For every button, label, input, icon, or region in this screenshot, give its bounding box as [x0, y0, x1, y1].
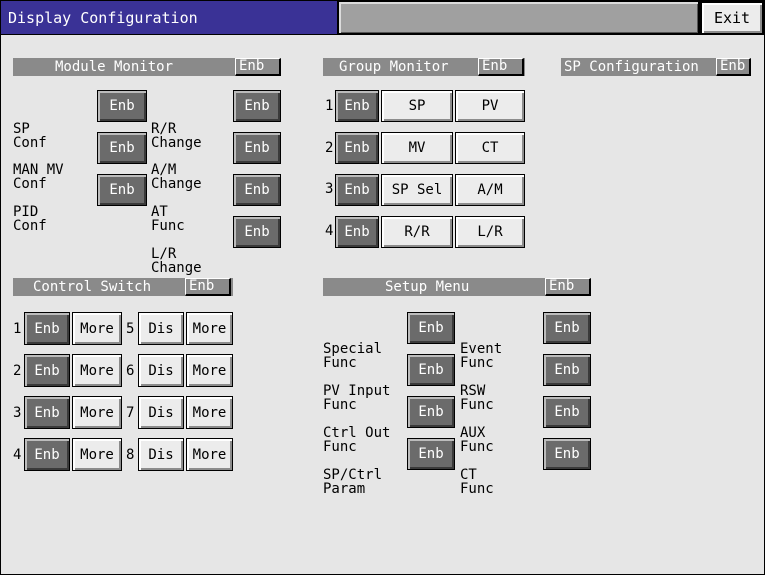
switch-1-more-button[interactable]: More [72, 312, 122, 345]
module-monitor-header: Module Monitor Enb [13, 58, 281, 76]
ctrl-out-func-enable-button[interactable]: Enb [407, 396, 455, 428]
switch-1-enable-button[interactable]: Enb [24, 312, 70, 345]
rsw-func-enable-button[interactable]: Enb [543, 354, 591, 386]
lr-change-enable-button[interactable]: Enb [233, 216, 281, 248]
setup-menu-enable-tag[interactable]: Enb [545, 278, 591, 296]
control-switch-header: Control Switch Enb [13, 278, 233, 296]
switch-3-more-button[interactable]: More [72, 396, 122, 429]
at-func-enable-button[interactable]: Enb [233, 174, 281, 206]
sp-configuration-enable-tag[interactable]: Enb [716, 58, 751, 76]
man-mv-conf-enable-button[interactable]: Enb [97, 132, 147, 164]
title-bar: Display Configuration [1, 1, 338, 35]
switch-7-disable-button[interactable]: Dis [138, 396, 184, 429]
group-row-2-ct-button[interactable]: CT [455, 132, 525, 164]
setup-menu-header: Setup Menu Enb [323, 278, 591, 296]
switch-4-more-button[interactable]: More [72, 438, 122, 471]
switch-2-enable-button[interactable]: Enb [24, 354, 70, 387]
display-configuration-screen: Display Configuration Exit Module Monito… [0, 0, 765, 575]
sp-ctrl-param-label: SP/Ctrl Param [323, 467, 383, 497]
switch-4-enable-button[interactable]: Enb [24, 438, 70, 471]
sp-configuration-title: SP Configuration [564, 59, 699, 75]
switch-8-disable-button[interactable]: Dis [138, 438, 184, 471]
switch-3-enable-button[interactable]: Enb [24, 396, 70, 429]
group-monitor-header: Group Monitor Enb [323, 58, 525, 76]
group-row-4-number: 4 [325, 223, 334, 239]
control-switch-enable-tag[interactable]: Enb [185, 278, 231, 296]
group-row-1-enable-button[interactable]: Enb [335, 90, 379, 122]
switch-6-number: 6 [126, 363, 135, 379]
switch-4-number: 4 [13, 447, 22, 463]
setup-menu-title: Setup Menu [385, 279, 470, 295]
module-monitor-title: Module Monitor [55, 59, 174, 75]
switch-5-number: 5 [126, 321, 135, 337]
group-row-1-pv-button[interactable]: PV [455, 90, 525, 122]
am-change-enable-button[interactable]: Enb [233, 132, 281, 164]
aux-func-enable-button[interactable]: Enb [543, 396, 591, 428]
control-switch-title: Control Switch [33, 279, 152, 295]
switch-7-more-button[interactable]: More [186, 396, 233, 429]
switch-2-more-button[interactable]: More [72, 354, 122, 387]
sp-ctrl-param-enable-button[interactable]: Enb [407, 438, 455, 470]
title-bar-spacer [338, 1, 700, 35]
group-row-1-sp-button[interactable]: SP [381, 90, 453, 122]
group-row-4-rr-button[interactable]: R/R [381, 216, 453, 248]
ct-func-label: CT Func [460, 467, 494, 497]
pid-conf-enable-button[interactable]: Enb [97, 174, 147, 206]
ct-func-enable-button[interactable]: Enb [543, 438, 591, 470]
group-row-4-lr-button[interactable]: L/R [455, 216, 525, 248]
rr-change-enable-button[interactable]: Enb [233, 90, 281, 122]
group-row-3-am-button[interactable]: A/M [455, 174, 525, 206]
module-monitor-enable-tag[interactable]: Enb [235, 58, 281, 76]
group-row-4-enable-button[interactable]: Enb [335, 216, 379, 248]
switch-6-more-button[interactable]: More [186, 354, 233, 387]
pv-input-func-enable-button[interactable]: Enb [407, 354, 455, 386]
group-monitor-enable-tag[interactable]: Enb [478, 58, 524, 76]
switch-1-number: 1 [13, 321, 22, 337]
sp-configuration-header: SP Configuration Enb [561, 58, 751, 76]
group-row-2-enable-button[interactable]: Enb [335, 132, 379, 164]
switch-8-more-button[interactable]: More [186, 438, 233, 471]
group-monitor-title: Group Monitor [339, 59, 449, 75]
group-row-2-number: 2 [325, 140, 334, 156]
group-row-3-number: 3 [325, 181, 334, 197]
pid-conf-label: PID Conf [13, 204, 47, 234]
group-row-3-enable-button[interactable]: Enb [335, 174, 379, 206]
switch-2-number: 2 [13, 363, 22, 379]
event-func-enable-button[interactable]: Enb [543, 312, 591, 344]
switch-5-disable-button[interactable]: Dis [138, 312, 184, 345]
group-row-2-mv-button[interactable]: MV [381, 132, 453, 164]
page-title: Display Configuration [8, 9, 198, 27]
group-row-1-number: 1 [325, 98, 334, 114]
sp-conf-enable-button[interactable]: Enb [97, 90, 147, 122]
special-func-enable-button[interactable]: Enb [407, 312, 455, 344]
switch-6-disable-button[interactable]: Dis [138, 354, 184, 387]
switch-8-number: 8 [126, 447, 135, 463]
switch-5-more-button[interactable]: More [186, 312, 233, 345]
group-row-3-sp-sel-button[interactable]: SP Sel [381, 174, 453, 206]
exit-button[interactable]: Exit [700, 1, 764, 35]
switch-7-number: 7 [126, 405, 135, 421]
switch-3-number: 3 [13, 405, 22, 421]
